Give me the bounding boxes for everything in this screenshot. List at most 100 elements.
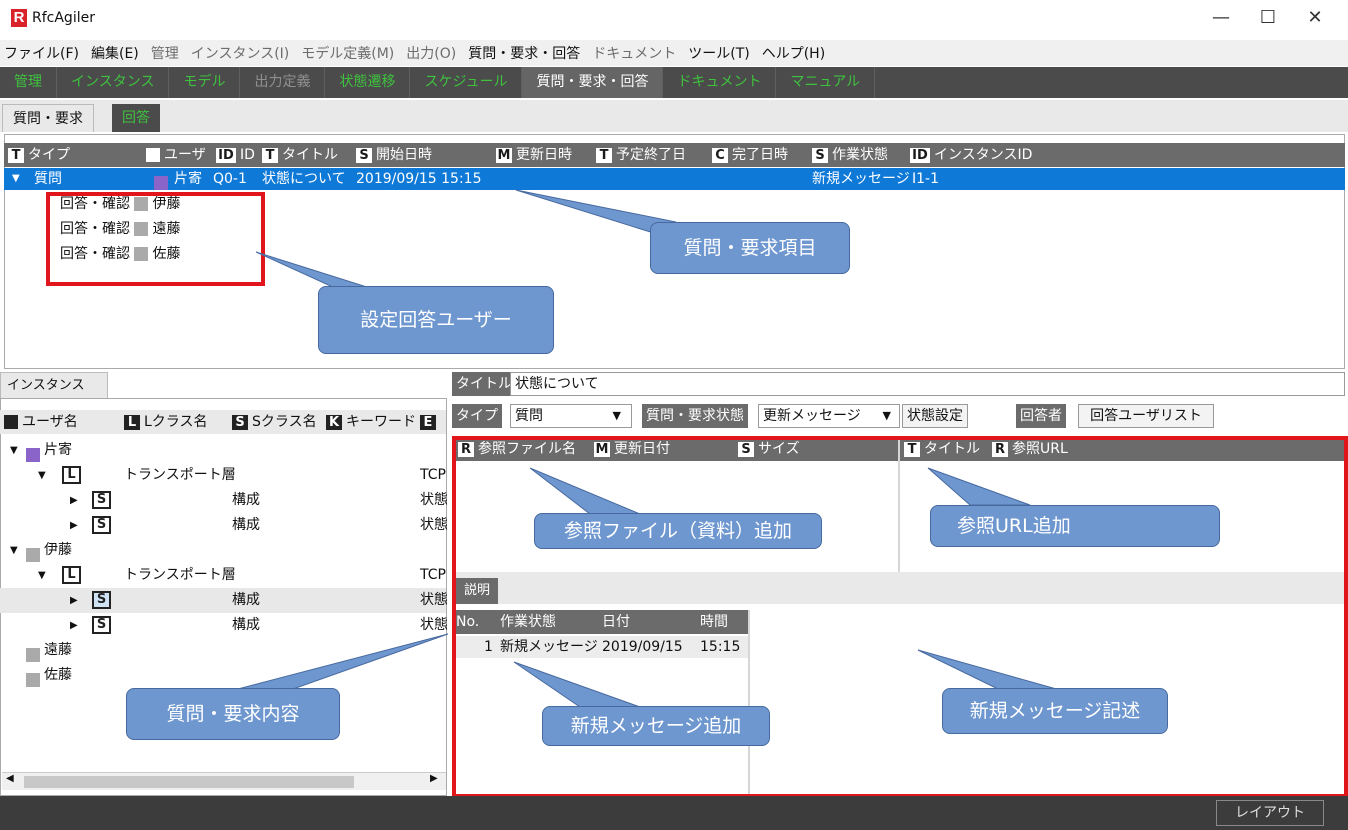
tree-node[interactable]: ▶ S 構成 状態 [0,488,448,513]
row-title: 状態について [262,171,346,187]
tree-node[interactable]: ▶ S 構成 状態 [0,513,448,538]
tab-question[interactable]: 質問・要求・回答 [522,67,664,98]
minimize-button[interactable]: — [1198,0,1244,38]
menu-question[interactable]: 質問・要求・回答 [468,43,580,63]
col-instance-id[interactable]: ID インスタンスID [910,143,1032,167]
row-type: 質問 [34,171,62,187]
scroll-thumb[interactable] [24,776,354,788]
horizontal-scrollbar[interactable]: ◀ ▶ [2,772,446,790]
status-bar: レイアウト [0,796,1348,830]
dropdown-icon: ▼ [612,409,621,422]
table-row-selected[interactable]: ▼ 質問 片寄 Q0-1 状態について 2019/09/15 15:15 新規メ… [4,168,1345,190]
main-tab-bar: 管理 インスタンス モデル 出力定義 状態遷移 スケジュール 質問・要求・回答 … [0,67,1348,98]
col-type[interactable]: T タイプ [8,143,70,167]
expand-arrow-icon[interactable]: ▼ [38,563,46,588]
sclass-icon: S [92,491,111,509]
user-icon [26,448,40,462]
tree-node[interactable]: ▼ 伊藤 [0,538,446,563]
menu-bar: ファイル(F) 編集(E) 管理 インスタンス(I) モデル定義(M) 出力(O… [0,40,1348,66]
col-due[interactable]: T 予定終了日 [596,143,686,167]
tab-model[interactable]: モデル [169,67,241,98]
expand-arrow-icon[interactable]: ▼ [38,463,46,488]
col-id[interactable]: ID ID [216,143,255,167]
callout-ref-file: 参照ファイル（資料）追加 [534,513,822,549]
title-label: タイトル [452,372,516,396]
answer-user-list-button[interactable]: 回答ユーザリスト [1078,404,1214,428]
menu-model[interactable]: モデル定義(M) [301,43,394,63]
tab-instance-panel[interactable]: インスタンス [0,372,108,398]
question-table-header: T タイプ ユーザ ID ID T タイトル S 開始日時 M 更新日時 T 予定終了日 C… [4,143,1345,167]
menu-edit[interactable]: 編集(E) [91,43,139,63]
tab-output[interactable]: 出力定義 [240,67,326,98]
tab-state[interactable]: 状態遷移 [325,67,411,98]
col-lclass[interactable]: L Lクラス名 [124,410,208,434]
menu-document[interactable]: ドキュメント [592,43,676,63]
callout-answer-user: 設定回答ユーザー [318,286,554,354]
lclass-icon: L [62,566,81,584]
col-keyword[interactable]: K キーワード [326,410,416,434]
tree-node[interactable]: 遠藤 [0,638,446,663]
tab-instance[interactable]: インスタンス [57,67,170,98]
menu-output[interactable]: 出力(O) [406,43,456,63]
col-user[interactable]: ユーザ [146,143,206,167]
maximize-button[interactable]: ☐ [1245,0,1291,38]
tree-node[interactable]: ▶ S 構成 状態 [0,613,448,638]
tree-node[interactable]: 佐藤 [0,663,446,688]
col-title[interactable]: T タイトル [262,143,338,167]
window-title: RfcAgiler [32,10,95,26]
type-select[interactable]: 質問 ▼ [510,404,632,428]
callout-new-message-desc: 新規メッセージ記述 [942,688,1168,734]
expand-arrow-icon[interactable]: ▼ [10,438,18,463]
expand-arrow-icon[interactable]: ▶ [70,513,78,538]
menu-tools[interactable]: ツール(T) [688,43,749,63]
col-e[interactable]: E [420,410,440,434]
user-icon [26,648,40,662]
tab-manual[interactable]: マニュアル [776,67,876,98]
user-icon [154,176,168,190]
status-label: 質問・要求状態 [642,404,748,428]
col-done[interactable]: C 完了日時 [712,143,788,167]
subtab-answer[interactable]: 回答 [112,104,160,132]
close-button[interactable]: ✕ [1292,0,1338,38]
tab-admin[interactable]: 管理 [0,67,57,98]
status-set-button[interactable]: 状態設定 [902,404,968,428]
subtab-question[interactable]: 質問・要求 [2,104,94,132]
tab-schedule[interactable]: スケジュール [410,67,523,98]
col-username[interactable]: ユーザ名 [4,410,78,434]
col-updated[interactable]: M 更新日時 [496,143,572,167]
expand-arrow-icon[interactable]: ▶ [70,588,78,613]
sclass-icon: S [92,516,111,534]
menu-file[interactable]: ファイル(F) [4,43,79,63]
app-logo-icon: R [11,9,27,27]
instance-table-header: ユーザ名 L Lクラス名 S Sクラス名 K キーワード E [0,410,446,434]
col-sclass[interactable]: S Sクラス名 [232,410,317,434]
status-select[interactable]: 更新メッセージ ▼ [758,404,900,428]
menu-help[interactable]: ヘルプ(H) [762,43,825,63]
row-start: 2019/09/15 15:15 [356,171,482,187]
answerer-label: 回答者 [1016,404,1066,428]
expand-arrow-icon[interactable]: ▼ [12,168,20,190]
scroll-right-icon[interactable]: ▶ [430,773,438,784]
tree-node[interactable]: ▶ S 構成 状態 [0,588,448,613]
row-id: Q0-1 [213,171,247,187]
col-start[interactable]: S 開始日時 [356,143,432,167]
expand-arrow-icon[interactable]: ▶ [70,488,78,513]
scroll-left-icon[interactable]: ◀ [6,773,14,784]
menu-admin[interactable]: 管理 [151,43,179,63]
title-input[interactable]: 状態について [510,372,1345,396]
dropdown-icon: ▼ [882,409,891,422]
tree-node[interactable]: ▼ 片寄 [0,438,446,463]
user-icon [146,148,160,162]
callout-content: 質問・要求内容 [126,688,340,740]
col-status[interactable]: S 作業状態 [812,143,888,167]
tab-document[interactable]: ドキュメント [663,67,777,98]
tree-node[interactable]: ▼ L トランスポート層 TCP [0,563,446,588]
tree-node[interactable]: ▼ L トランスポート層 TCP [0,463,446,488]
sclass-icon: S [92,616,111,634]
expand-arrow-icon[interactable]: ▶ [70,613,78,638]
layout-button[interactable]: レイアウト [1216,800,1324,826]
menu-instance[interactable]: インスタンス(I) [191,43,290,63]
expand-arrow-icon[interactable]: ▼ [10,538,18,563]
row-user: 片寄 [174,171,202,187]
callout-ref-url: 参照URL追加 [930,505,1220,547]
